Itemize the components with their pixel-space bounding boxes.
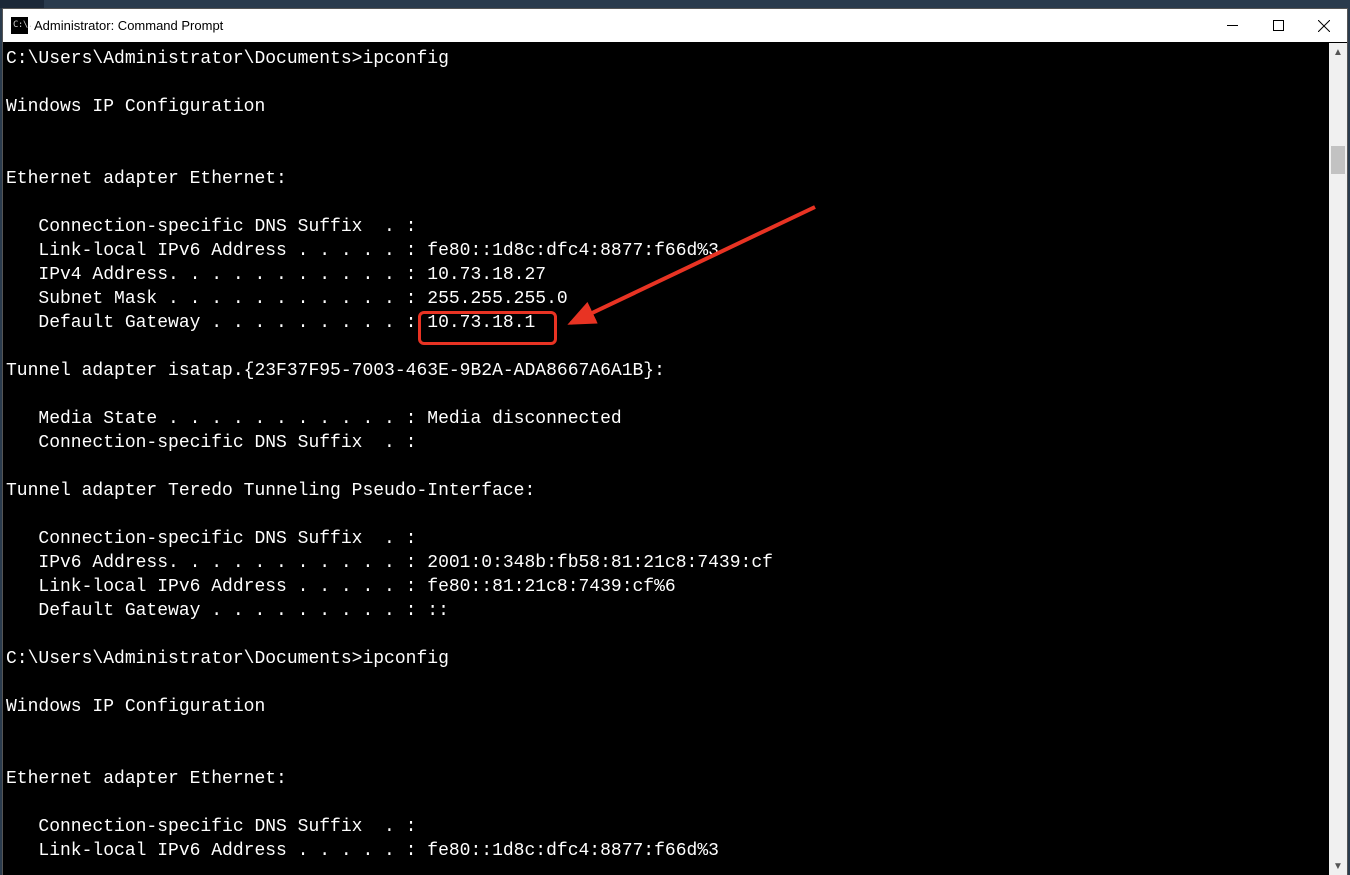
output-line: Link-local IPv6 Address . . . . . : fe80… — [6, 241, 719, 261]
cmd-window: C:\. Administrator: Command Prompt C:\Us… — [2, 8, 1348, 875]
output-line: Media State . . . . . . . . . . . : Medi… — [6, 409, 622, 429]
prompt-line: C:\Users\Administrator\Documents>ipconfi… — [6, 649, 449, 669]
output-line: Tunnel adapter Teredo Tunneling Pseudo-I… — [6, 481, 535, 501]
output-line: Windows IP Configuration — [6, 97, 265, 117]
output-line: Ethernet adapter Ethernet: — [6, 169, 287, 189]
prompt-line: C:\Users\Administrator\Documents>ipconfi… — [6, 49, 449, 69]
output-line: Connection-specific DNS Suffix . : — [6, 433, 416, 453]
window-controls — [1209, 9, 1347, 42]
cmd-icon: C:\. — [11, 17, 28, 34]
output-line: Windows IP Configuration — [6, 697, 265, 717]
output-line: Subnet Mask . . . . . . . . . . . : 255.… — [6, 289, 568, 309]
minimize-button[interactable] — [1209, 9, 1255, 42]
default-gateway-value: 10.73.18.1 — [427, 313, 535, 333]
output-line: Ethernet adapter Ethernet: — [6, 769, 287, 789]
output-line: Link-local IPv6 Address . . . . . : fe80… — [6, 577, 676, 597]
output-line: Default Gateway . . . . . . . . . : :: — [6, 601, 449, 621]
vertical-scrollbar[interactable]: ▲ ▼ — [1329, 43, 1347, 875]
output-line: Connection-specific DNS Suffix . : — [6, 817, 416, 837]
scroll-down-arrow-icon[interactable]: ▼ — [1329, 857, 1347, 875]
console-area[interactable]: C:\Users\Administrator\Documents>ipconfi… — [3, 43, 1347, 875]
output-line: Link-local IPv6 Address . . . . . : fe80… — [6, 841, 719, 861]
desktop-fragment — [0, 0, 44, 8]
window-title: Administrator: Command Prompt — [34, 18, 223, 33]
scroll-up-arrow-icon[interactable]: ▲ — [1329, 43, 1347, 61]
scrollbar-thumb[interactable] — [1331, 146, 1345, 174]
close-button[interactable] — [1301, 9, 1347, 42]
output-line: Default Gateway . . . . . . . . . : — [6, 313, 427, 333]
maximize-button[interactable] — [1255, 9, 1301, 42]
output-line: Connection-specific DNS Suffix . : — [6, 217, 416, 237]
output-line: Connection-specific DNS Suffix . : — [6, 529, 416, 549]
titlebar[interactable]: C:\. Administrator: Command Prompt — [3, 9, 1347, 43]
console-text[interactable]: C:\Users\Administrator\Documents>ipconfi… — [3, 43, 1329, 875]
output-line: Tunnel adapter isatap.{23F37F95-7003-463… — [6, 361, 665, 381]
output-line: IPv4 Address. . . . . . . . . . . : 10.7… — [6, 265, 546, 285]
scrollbar-track[interactable] — [1329, 61, 1347, 857]
output-line: IPv6 Address. . . . . . . . . . . : 2001… — [6, 553, 773, 573]
